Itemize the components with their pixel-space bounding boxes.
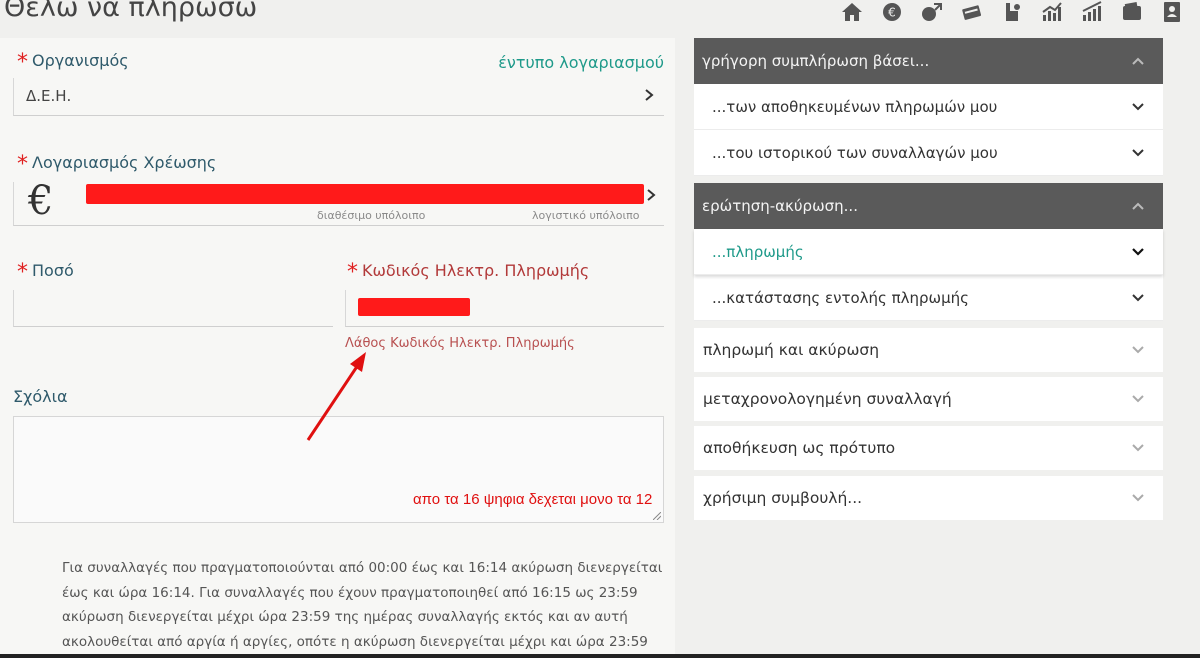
chevron-down-icon bbox=[1132, 494, 1144, 502]
organization-value: Δ.Ε.Η. bbox=[26, 87, 72, 105]
required-marker: * bbox=[17, 260, 28, 285]
section-save-template: αποθήκευση ως πρότυπο bbox=[694, 426, 1163, 470]
chevron-down-icon bbox=[1132, 444, 1144, 452]
payment-code-input[interactable] bbox=[345, 290, 664, 327]
required-marker: * bbox=[17, 152, 28, 177]
query-cancel-order-status[interactable]: ...κατάστασης εντολής πληρωμής bbox=[694, 275, 1163, 321]
bill-form-link[interactable]: έντυπο λογαριασμού bbox=[498, 53, 664, 72]
query-cancel-payment[interactable]: ...πληρωμής bbox=[694, 229, 1163, 275]
postdated-transaction-item[interactable]: μεταχρονολογημένη συναλλαγή bbox=[694, 377, 1163, 421]
query-cancel-header[interactable]: ερώτηση-ακύρωση... bbox=[694, 183, 1163, 229]
top-toolbar: € bbox=[838, 0, 1186, 26]
payment-code-label: * Κωδικός Ηλεκτρ. Πληρωμής bbox=[347, 260, 590, 285]
section-useful-tip: χρήσιμη συμβουλή... bbox=[694, 476, 1163, 520]
resize-handle-icon[interactable] bbox=[653, 512, 661, 520]
quick-fill-header[interactable]: γρήγορη συμπλήρωση βάσει... bbox=[694, 38, 1163, 84]
section-payment-and-cancel: πληρωμή και ακύρωση bbox=[694, 328, 1163, 372]
amount-label: * Ποσό bbox=[17, 260, 74, 285]
quick-fill-transaction-history[interactable]: ...του ιστορικού των συναλλαγών μου bbox=[694, 130, 1163, 176]
chevron-down-icon bbox=[1132, 293, 1144, 301]
quick-fill-accordion: γρήγορη συμπλήρωση βάσει... ...των αποθη… bbox=[694, 38, 1163, 176]
organization-label: * Οργανισμός bbox=[17, 50, 129, 75]
annotation-note: απο τα 16 ψηφια δεχεται μονο τα 12 bbox=[413, 491, 653, 508]
cards-icon[interactable] bbox=[958, 0, 986, 24]
debit-account-select[interactable]: € διαθέσιμο υπόλοιπο λογιστικό υπόλοιπο bbox=[13, 178, 664, 226]
wallet-icon[interactable] bbox=[1118, 0, 1146, 24]
chevron-down-icon bbox=[1132, 102, 1144, 110]
contact-icon[interactable] bbox=[1158, 0, 1186, 24]
section-postdated: μεταχρονολογημένη συναλλαγή bbox=[694, 377, 1163, 421]
chevron-up-icon bbox=[1132, 202, 1144, 210]
home-icon[interactable] bbox=[838, 0, 866, 24]
ledger-balance-label: λογιστικό υπόλοιπο bbox=[532, 209, 640, 222]
query-cancel-accordion: ερώτηση-ακύρωση... ...πληρωμής ...κατάστ… bbox=[694, 183, 1163, 321]
cancellation-info-text: Για συναλλαγές που πραγματοποιούνται από… bbox=[62, 560, 663, 650]
comments-label: Σχόλια bbox=[13, 387, 68, 406]
annotation-arrow-icon bbox=[306, 352, 366, 441]
chevron-down-icon bbox=[1132, 148, 1144, 156]
chevron-down-icon bbox=[1132, 247, 1144, 256]
money-transfer-icon[interactable] bbox=[918, 0, 946, 24]
redacted-account-details bbox=[86, 184, 644, 204]
page-title: Θέλω να πληρώσω bbox=[4, 0, 258, 23]
required-marker: * bbox=[17, 50, 28, 75]
euro-icon[interactable]: € bbox=[878, 0, 906, 24]
useful-tip-item[interactable]: χρήσιμη συμβουλή... bbox=[694, 476, 1163, 520]
required-marker: * bbox=[347, 260, 358, 285]
payment-and-cancel-item[interactable]: πληρωμή και ακύρωση bbox=[694, 328, 1163, 372]
euro-sign-icon: € bbox=[28, 178, 54, 224]
available-balance-label: διαθέσιμο υπόλοιπο bbox=[317, 209, 426, 222]
quick-fill-saved-payments[interactable]: ...των αποθηκευμένων πληρωμών μου bbox=[694, 84, 1163, 130]
chart-up-icon[interactable] bbox=[1078, 0, 1106, 24]
svg-text:€: € bbox=[888, 6, 896, 20]
save-as-template-item[interactable]: αποθήκευση ως πρότυπο bbox=[694, 426, 1163, 470]
chevron-right-icon bbox=[647, 189, 656, 201]
debit-account-label: * Λογαριασμός Χρέωσης bbox=[17, 152, 217, 177]
hand-payment-icon[interactable] bbox=[998, 0, 1026, 24]
organization-select[interactable]: Δ.Ε.Η. bbox=[13, 78, 664, 116]
redacted-payment-code bbox=[358, 298, 470, 316]
chevron-up-icon bbox=[1132, 57, 1144, 65]
chart-icon[interactable] bbox=[1038, 0, 1066, 24]
bottom-edge bbox=[0, 654, 1200, 658]
amount-input[interactable] bbox=[13, 290, 333, 327]
chevron-right-icon bbox=[645, 89, 654, 101]
chevron-down-icon bbox=[1132, 395, 1144, 403]
chevron-down-icon bbox=[1132, 346, 1144, 354]
